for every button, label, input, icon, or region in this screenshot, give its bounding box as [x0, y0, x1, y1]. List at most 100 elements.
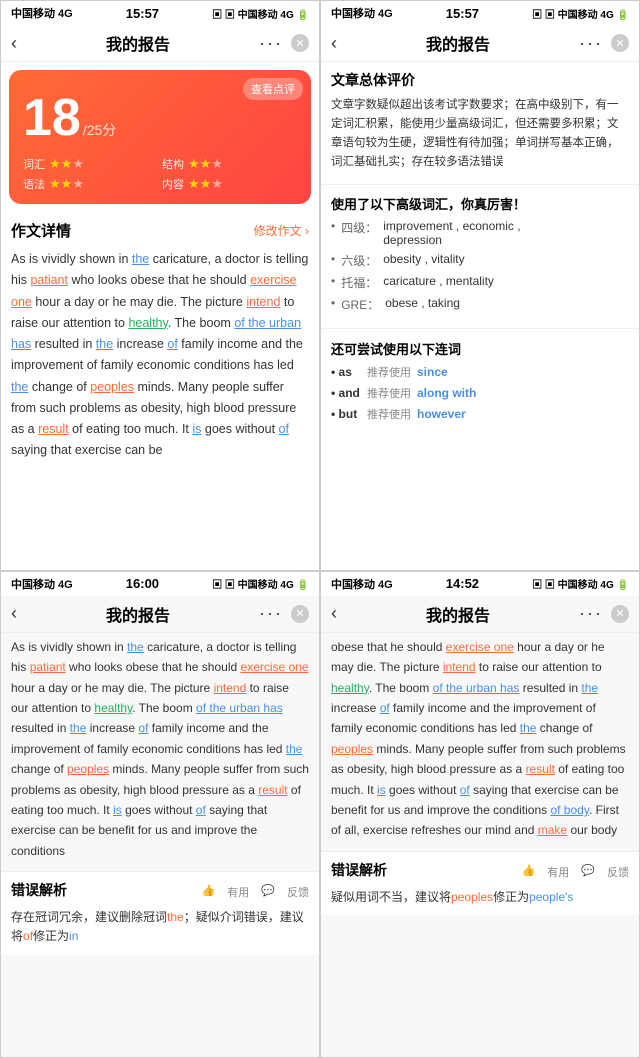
back-button-bl[interactable]: ‹	[11, 603, 17, 624]
essay-content-tl: As is vividly shown in the caricature, a…	[1, 245, 319, 468]
back-button-tr[interactable]: ‹	[331, 33, 337, 54]
words-6: obesity , vitality	[383, 252, 464, 266]
panel-top-left: 中国移动 4G 15:57 ▣ ▣ 中国移动 4G 🔋 ‹ 我的报告 ··· ✕…	[0, 0, 320, 571]
menu-dots-bl[interactable]: ···	[259, 603, 283, 624]
nav-bar-tl: ‹ 我的报告 ··· ✕	[1, 25, 319, 62]
carrier-br: 中国移动 4G	[331, 576, 393, 592]
words-gre: obese , taking	[385, 296, 460, 310]
panel-bottom-left: 中国移动 4G 16:00 ▣ ▣ 中国移动 4G 🔋 ‹ 我的报告 ··· ✕…	[0, 571, 320, 1058]
status-bar-bl: 中国移动 4G 16:00 ▣ ▣ 中国移动 4G 🔋	[1, 572, 319, 596]
connector-as: • as 推荐使用 since	[331, 364, 629, 380]
error-word-in: in	[69, 929, 78, 943]
back-button-tl[interactable]: ‹	[11, 33, 17, 54]
connector-and-word: • and	[331, 386, 361, 400]
nav-right-tr: ··· ✕	[579, 33, 629, 54]
grammar-label: 语法	[23, 176, 45, 192]
vocab-item-6: 六级： obesity , vitality	[331, 252, 629, 269]
menu-dots-br[interactable]: ···	[579, 603, 603, 624]
score-categories: 词汇 ★★★ 结构 ★★★ 语法 ★★★ 内容 ★★★	[23, 156, 297, 192]
word-the-1: the	[132, 252, 149, 266]
connector-and: • and 推荐使用 along with	[331, 385, 629, 401]
status-icons-tr: ▣ ▣ 中国移动 4G 🔋	[532, 6, 629, 21]
vocab-item-4: 四级： improvement , economic ,depression	[331, 219, 629, 247]
close-btn-tr[interactable]: ✕	[611, 34, 629, 52]
vocab-section: 使用了以下高级词汇，你真厉害！ 四级： improvement , econom…	[321, 188, 639, 324]
nav-title-br: 我的报告	[426, 602, 490, 626]
word-intend: intend	[246, 295, 280, 309]
status-icons-br: ▣ ▣ 中国移动 4G 🔋	[532, 576, 629, 591]
grammar-stars: 语法 ★★★	[23, 176, 158, 192]
word-peoples-br: peoples	[331, 742, 373, 756]
word-intend-bl: intend	[214, 681, 247, 695]
connector-as-alt: since	[417, 365, 448, 379]
nav-bar-br: ‹ 我的报告 ··· ✕	[321, 596, 639, 633]
content-stars: 内容 ★★★	[162, 176, 297, 192]
feedback-label-br[interactable]: 反馈	[607, 864, 629, 880]
check-review-btn[interactable]: 查看点评	[243, 78, 303, 100]
back-button-br[interactable]: ‹	[331, 603, 337, 624]
nav-bar-tr: ‹ 我的报告 ··· ✕	[321, 25, 639, 62]
comment-icon-bl: 💬	[261, 884, 275, 900]
divider-2	[321, 328, 639, 329]
level-6: 六级：	[341, 252, 377, 269]
feedback-label-bl[interactable]: 反馈	[287, 884, 309, 900]
useful-label-br[interactable]: 有用	[547, 864, 569, 880]
word-peoples-bl: peoples	[67, 762, 109, 776]
close-btn-br[interactable]: ✕	[611, 605, 629, 623]
word-result-br: result	[526, 762, 555, 776]
review-body: 文章字数疑似超出该考试字数要求；在高中级别下，有一定词汇积累，能使用少量高级词汇…	[331, 96, 629, 172]
error-actions-br: 👍 有用 💬 反馈	[522, 864, 629, 880]
error-section-bl: 错误解析 👍 有用 💬 反馈 存在冠词冗余，建议删除冠词the；疑似介词错误，建…	[1, 871, 319, 954]
divider-1	[321, 184, 639, 185]
time-tr: 15:57	[446, 6, 479, 21]
score-denom: /25分	[83, 120, 116, 140]
connector-but-word: • but	[331, 407, 361, 421]
overall-review: 文章总体评价 文章字数疑似超出该考试字数要求；在高中级别下，有一定词汇积累，能使…	[321, 62, 639, 180]
word-exercise-br: exercise one	[446, 640, 514, 654]
word-is: is	[192, 422, 201, 436]
vocab-section-title: 使用了以下高级词汇，你真厉害！	[331, 194, 629, 213]
close-btn-bl[interactable]: ✕	[291, 605, 309, 623]
close-btn-tl[interactable]: ✕	[291, 34, 309, 52]
structure-label: 结构	[162, 156, 184, 172]
error-actions-bl: 👍 有用 💬 反馈	[202, 884, 309, 900]
status-bar-tl: 中国移动 4G 15:57 ▣ ▣ 中国移动 4G 🔋	[1, 1, 319, 25]
word-result-bl: result	[258, 783, 287, 797]
menu-dots-tr[interactable]: ···	[579, 33, 603, 54]
error-word-of: of	[23, 929, 33, 943]
useful-label-bl[interactable]: 有用	[227, 884, 249, 900]
word-healthy-br: healthy	[331, 681, 369, 695]
word-of-br-2: of	[460, 783, 470, 797]
content-star-icons: ★★★	[188, 176, 223, 192]
connector-but-alt: however	[417, 407, 466, 421]
error-body-bl: 存在冠词冗余，建议删除冠词the；疑似介词错误，建议将of修正为in	[11, 908, 309, 946]
connector-as-word: • as	[331, 365, 361, 379]
error-body-br: 疑似用词不当，建议将peoples修正为people's	[331, 888, 629, 907]
score-value: 18	[23, 88, 81, 148]
word-is-bl: is	[113, 803, 122, 817]
word-healthy: healthy	[128, 316, 167, 330]
vocab-item-gre: GRE： obese , taking	[331, 296, 629, 313]
word-patiant-bl: patiant	[30, 660, 66, 674]
word-the-bl-3: the	[286, 742, 303, 756]
word-the-bl-1: the	[127, 640, 144, 654]
vocab-label: 词汇	[23, 156, 45, 172]
time-br: 14:52	[446, 576, 479, 591]
time-bl: 16:00	[126, 576, 159, 591]
nav-right-bl: ··· ✕	[259, 603, 309, 624]
level-4: 四级：	[341, 219, 377, 236]
word-of-br: of	[380, 701, 390, 715]
nav-right-br: ··· ✕	[579, 603, 629, 624]
word-the-br-3: the	[520, 721, 537, 735]
carrier-bl: 中国移动 4G	[11, 576, 73, 592]
modify-essay-btn[interactable]: 修改作文 ›	[254, 222, 309, 239]
menu-dots-tl[interactable]: ···	[259, 33, 283, 54]
word-intend-br: intend	[443, 660, 476, 674]
word-the-2: the	[96, 337, 113, 351]
review-title: 文章总体评价	[331, 70, 629, 90]
grammar-star-icons: ★★★	[49, 176, 84, 192]
essay-section-title: 作文详情	[11, 220, 71, 241]
vocab-item-toefl: 托福： caricature , mentality	[331, 274, 629, 291]
word-make-br: make	[538, 823, 567, 837]
vocab-list: 四级： improvement , economic ,depression 六…	[331, 219, 629, 313]
